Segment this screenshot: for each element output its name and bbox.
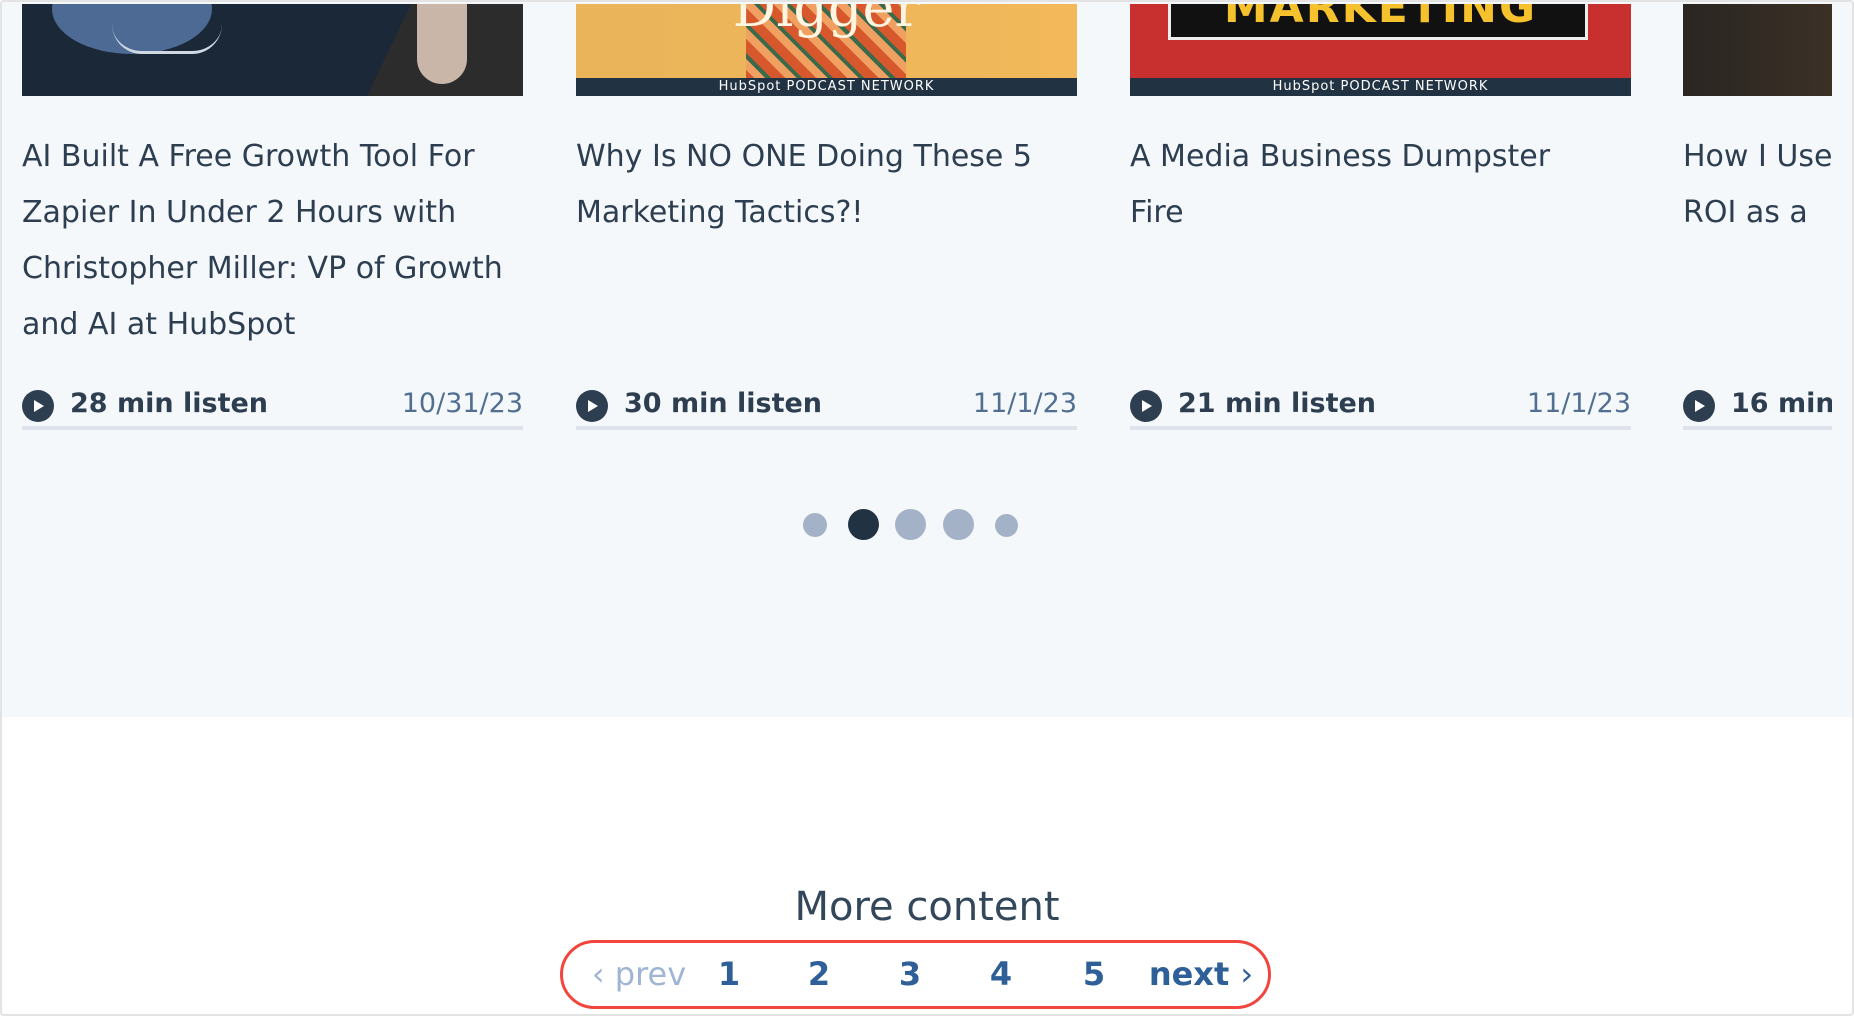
podcast-meta: 28 min listen 10/31/23 [22, 386, 523, 430]
podcast-date: 11/1/23 [972, 388, 1077, 419]
podcast-duration: 30 min listen [624, 388, 823, 419]
page-3-link[interactable]: 3 [899, 955, 921, 993]
podcast-thumbnail[interactable]: MARKETING HubSpot PODCAST NETWORK [1130, 4, 1631, 96]
podcast-duration: 28 min listen [70, 388, 269, 419]
podcast-thumbnail[interactable] [1683, 4, 1832, 96]
podcast-duration: 21 min listen [1178, 388, 1377, 419]
page-1-link[interactable]: 1 [718, 955, 740, 993]
carousel-dot-3[interactable] [895, 509, 926, 540]
play-icon[interactable] [22, 390, 54, 422]
play-icon[interactable] [1683, 390, 1715, 422]
network-label: HubSpot PODCAST NETWORK [576, 78, 1077, 96]
chevron-right-icon: › [1240, 955, 1254, 993]
carousel-dot-1[interactable] [803, 513, 827, 537]
podcast-thumbnail[interactable] [22, 4, 523, 96]
more-content-heading: More content [794, 884, 1060, 930]
play-icon[interactable] [576, 390, 608, 422]
thumbnail-text: Digger [732, 4, 921, 39]
play-icon[interactable] [1130, 390, 1162, 422]
podcast-meta: 21 min listen 11/1/23 [1130, 386, 1631, 430]
podcast-card[interactable]: How I Use ROI as a 16 min [1683, 0, 1832, 440]
prev-label: prev [614, 955, 687, 993]
podcast-title[interactable]: Why Is NO ONE Doing These 5 Marketing Ta… [576, 129, 1076, 241]
podcast-title[interactable]: AI Built A Free Growth Tool For Zapier I… [22, 129, 542, 353]
carousel-dot-2-active[interactable] [848, 509, 879, 540]
page-2-link[interactable]: 2 [808, 955, 830, 993]
pagination: ‹ prev 1 2 3 4 5 next › [560, 940, 1271, 1009]
next-label: next [1148, 955, 1230, 993]
podcast-carousel: AI Built A Free Growth Tool For Zapier I… [2, 0, 1852, 717]
thumbnail-text: MARKETING [1223, 4, 1538, 33]
page-5-link[interactable]: 5 [1083, 955, 1105, 993]
podcast-date: 11/1/23 [1526, 388, 1631, 419]
podcast-thumbnail[interactable]: Digger HubSpot PODCAST NETWORK [576, 4, 1077, 96]
podcast-meta: 30 min listen 11/1/23 [576, 386, 1077, 430]
podcast-title[interactable]: A Media Business Dumpster Fire [1130, 129, 1590, 241]
carousel-dot-4[interactable] [943, 509, 974, 540]
network-label: HubSpot PODCAST NETWORK [1130, 78, 1631, 96]
podcast-title[interactable]: How I Use ROI as a [1683, 129, 1832, 241]
podcast-meta: 16 min [1683, 386, 1832, 430]
carousel-dot-5[interactable] [995, 514, 1018, 537]
podcast-date: 10/31/23 [401, 388, 523, 419]
podcast-duration: 16 min [1731, 388, 1832, 419]
page-4-link[interactable]: 4 [990, 955, 1012, 993]
next-button[interactable]: next › [1149, 955, 1253, 993]
prev-button[interactable]: ‹ prev [592, 955, 686, 993]
